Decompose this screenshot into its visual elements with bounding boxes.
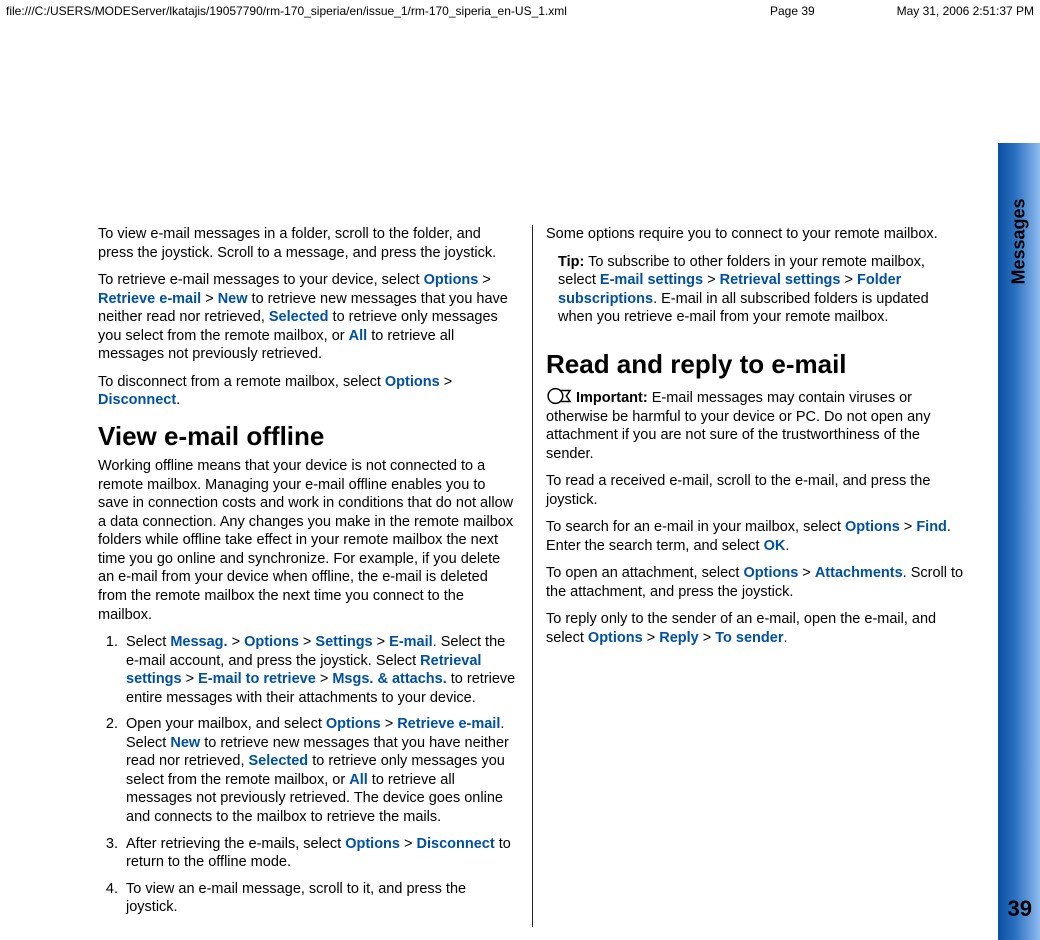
ui-term: E-mail: [389, 634, 433, 650]
side-tab: Messages 39: [998, 143, 1040, 940]
ui-term: Selected: [249, 753, 309, 769]
ui-term: Reply: [659, 630, 699, 646]
body-text: Some options require you to connect to y…: [546, 225, 966, 244]
ui-term: Retrieval settings: [720, 272, 841, 288]
ui-term: Disconnect: [98, 392, 176, 408]
tip-block: Tip: To subscribe to other folders in yo…: [546, 253, 966, 336]
list-item: Select Messag. > Options > Settings > E-…: [122, 633, 518, 707]
page-number: 39: [1008, 896, 1032, 922]
body-text: To search for an e-mail in your mailbox,…: [546, 518, 966, 555]
list-item: After retrieving the e-mails, select Opt…: [122, 835, 518, 872]
ui-term: Msgs. & attachs.: [332, 671, 446, 687]
ui-term: Options: [385, 374, 440, 390]
important-block: Important: E-mail messages may contain v…: [546, 385, 966, 463]
ui-term: Retrieve e-mail: [397, 716, 500, 732]
ui-term: E-mail to retrieve: [198, 671, 316, 687]
section-heading: Read and reply to e-mail: [546, 348, 966, 381]
body-text: To view e-mail messages in a folder, scr…: [98, 225, 518, 262]
ui-term: To sender: [715, 630, 783, 646]
side-tab-label: Messages: [1009, 198, 1030, 284]
body-text: Working offline means that your device i…: [98, 457, 518, 624]
section-heading: View e-mail offline: [98, 420, 518, 453]
ui-term: E-mail settings: [600, 272, 703, 288]
list-item: Open your mailbox, and select Options > …: [122, 715, 518, 826]
tip-text: Tip: To subscribe to other folders in yo…: [558, 253, 966, 327]
body-text: To open an attachment, select Options > …: [546, 564, 966, 601]
ui-term: Options: [424, 272, 479, 288]
ui-term: Options: [345, 836, 400, 852]
ui-term: Options: [744, 565, 799, 581]
ui-term: Options: [588, 630, 643, 646]
page-label: Page 39: [770, 4, 815, 18]
numbered-list: Select Messag. > Options > Settings > E-…: [98, 633, 518, 917]
important-label: Important:: [546, 390, 652, 406]
ui-term: Retrieve e-mail: [98, 291, 201, 307]
file-path: file:///C:/USERS/MODEServer/lkatajis/190…: [6, 4, 567, 18]
ui-term: New: [218, 291, 248, 307]
ui-term: Settings: [315, 634, 372, 650]
ui-term: Options: [244, 634, 299, 650]
ui-term: All: [349, 772, 368, 788]
important-icon: [546, 385, 574, 407]
timestamp: May 31, 2006 2:51:37 PM: [897, 4, 1034, 18]
body-text: To reply only to the sender of an e-mail…: [546, 610, 966, 647]
page-body: To view e-mail messages in a folder, scr…: [98, 225, 966, 927]
ui-term: Options: [845, 519, 900, 535]
body-text: To retrieve e-mail messages to your devi…: [98, 271, 518, 364]
ui-term: Attachments: [815, 565, 903, 581]
ui-term: Messag.: [170, 634, 227, 650]
ui-term: New: [170, 735, 200, 751]
ui-term: All: [349, 328, 368, 344]
list-item: To view an e-mail message, scroll to it,…: [122, 880, 518, 917]
body-text: To disconnect from a remote mailbox, sel…: [98, 373, 518, 410]
ui-term: Selected: [269, 309, 329, 325]
ui-term: Disconnect: [417, 836, 495, 852]
ui-term: Options: [326, 716, 381, 732]
body-text: To read a received e-mail, scroll to the…: [546, 472, 966, 509]
ui-term: Find: [916, 519, 947, 535]
ui-term: OK: [764, 538, 786, 554]
